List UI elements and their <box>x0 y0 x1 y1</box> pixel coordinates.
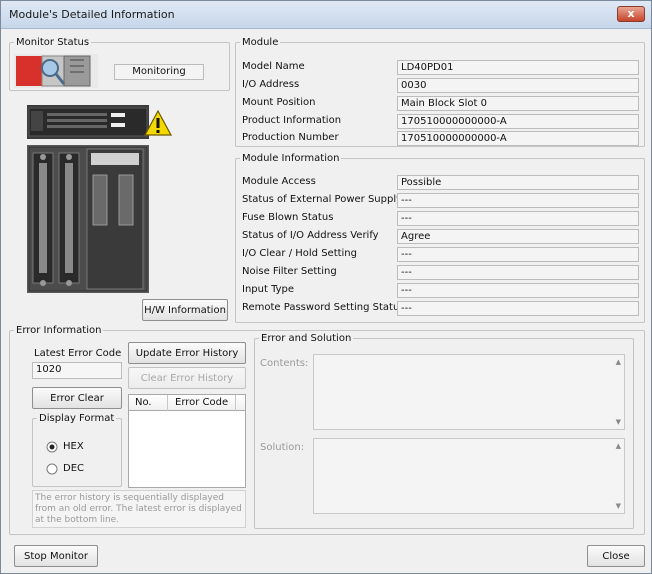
monitor-status-group: Monitor Status Monitoring <box>9 37 230 91</box>
io-address-verify-label: Status of I/O Address Verify <box>242 230 379 241</box>
title-bar: Module's Detailed Information x <box>1 1 651 29</box>
production-number-value: 170510000000000-A <box>397 131 639 146</box>
io-address-verify-value: Agree <box>397 229 639 244</box>
external-power-label: Status of External Power Supply <box>242 194 403 205</box>
column-divider <box>235 395 236 411</box>
module-legend: Module <box>242 37 279 48</box>
mount-position-value: Main Block Slot 0 <box>397 96 639 111</box>
module-image <box>27 105 157 295</box>
monitor-status-legend: Monitor Status <box>16 37 90 48</box>
noise-filter-label: Noise Filter Setting <box>242 266 337 277</box>
error-information-legend: Error Information <box>16 325 102 336</box>
error-clear-button[interactable]: Error Clear <box>32 387 122 409</box>
contents-textbox[interactable]: ▲ ▼ <box>313 354 625 430</box>
scroll-up-icon[interactable]: ▲ <box>616 442 621 450</box>
io-clear-hold-label: I/O Clear / Hold Setting <box>242 248 357 259</box>
solution-label: Solution: <box>260 442 305 453</box>
remote-password-label: Remote Password Setting Status <box>242 302 405 313</box>
input-type-value: --- <box>397 283 639 298</box>
product-information-label: Product Information <box>242 115 342 126</box>
close-icon: x <box>627 7 635 20</box>
display-format-legend: Display Format <box>39 413 115 424</box>
module-access-label: Module Access <box>242 176 316 187</box>
close-button[interactable]: Close <box>587 545 645 567</box>
error-history-header: No. Error Code <box>129 395 245 411</box>
remote-password-value: --- <box>397 301 639 316</box>
hw-information-button[interactable]: H/W Information <box>142 299 228 321</box>
radio-unselected-icon <box>46 463 58 475</box>
window-title: Module's Detailed Information <box>9 8 175 21</box>
module-detail-dialog: Module's Detailed Information x Monitor … <box>0 0 652 574</box>
scroll-down-icon[interactable]: ▼ <box>616 502 621 510</box>
io-clear-hold-value: --- <box>397 247 639 262</box>
scroll-up-icon[interactable]: ▲ <box>616 358 621 366</box>
fuse-blown-label: Fuse Blown Status <box>242 212 334 223</box>
dec-radio[interactable]: DEC <box>46 463 116 477</box>
input-type-label: Input Type <box>242 284 295 295</box>
error-history-table[interactable]: No. Error Code <box>128 394 246 488</box>
scroll-down-icon[interactable]: ▼ <box>616 418 621 426</box>
latest-error-code-label: Latest Error Code <box>34 348 122 359</box>
update-error-history-button[interactable]: Update Error History <box>128 342 246 364</box>
mount-position-label: Mount Position <box>242 97 316 108</box>
error-solution-legend: Error and Solution <box>261 333 352 344</box>
no-column-header[interactable]: No. <box>135 397 152 408</box>
model-name-label: Model Name <box>242 61 305 72</box>
contents-label: Contents: <box>260 358 309 369</box>
production-number-label: Production Number <box>242 132 339 143</box>
error-code-column-header[interactable]: Error Code <box>175 397 228 408</box>
external-power-value: --- <box>397 193 639 208</box>
module-information-legend: Module Information <box>242 153 340 164</box>
product-information-value: 170510000000000-A <box>397 114 639 129</box>
solution-textbox[interactable]: ▲ ▼ <box>313 438 625 514</box>
hex-radio-label: HEX <box>63 441 84 452</box>
module-access-value: Possible <box>397 175 639 190</box>
warning-triangle-icon <box>143 109 173 137</box>
monitor-status-value: Monitoring <box>114 64 204 80</box>
close-window-button[interactable]: x <box>617 6 645 22</box>
error-history-note: The error history is sequentially displa… <box>32 490 246 528</box>
io-address-value: 0030 <box>397 78 639 93</box>
hex-radio[interactable]: HEX <box>46 441 116 455</box>
io-address-label: I/O Address <box>242 79 300 90</box>
model-name-value: LD40PD01 <box>397 60 639 75</box>
clear-error-history-button[interactable]: Clear Error History <box>128 367 246 389</box>
fuse-blown-value: --- <box>397 211 639 226</box>
column-divider <box>167 395 168 411</box>
stop-monitor-button[interactable]: Stop Monitor <box>14 545 98 567</box>
monitor-status-icon <box>14 54 98 88</box>
latest-error-code-value: 1020 <box>32 362 122 379</box>
radio-selected-icon <box>46 441 58 453</box>
noise-filter-value: --- <box>397 265 639 280</box>
dec-radio-label: DEC <box>63 463 85 474</box>
